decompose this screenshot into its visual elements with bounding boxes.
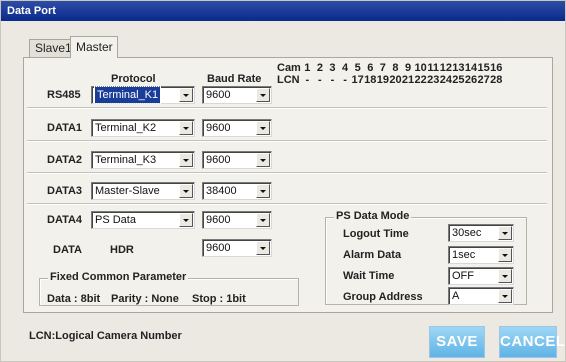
save-button[interactable]: SAVE — [429, 326, 485, 358]
port-label-data3: DATA3 — [47, 185, 83, 197]
data2-baud-select[interactable]: 9600 — [202, 151, 272, 169]
row-divider — [27, 203, 547, 205]
lcn-number: - — [330, 74, 335, 86]
wait-time-select[interactable]: OFF — [448, 267, 514, 285]
lcn-number: 19 — [376, 74, 389, 86]
data4-protocol-select[interactable]: PS Data — [91, 211, 195, 229]
chevron-down-icon[interactable] — [498, 248, 512, 262]
logout-time-select[interactable]: 30sec — [448, 224, 514, 242]
selected-value: Master-Slave — [95, 185, 160, 197]
port-label-data2: DATA2 — [47, 154, 83, 166]
cam-lcn-table: Cam 1 2 3 4 5 6 7 8 9 10 11 12 13 14 15 … — [277, 63, 503, 87]
fixed-param-data: Data : 8bit — [47, 293, 101, 305]
alarm-data-label: Alarm Data — [343, 249, 402, 261]
selected-value: 38400 — [206, 185, 237, 197]
chevron-down-icon[interactable] — [256, 121, 270, 135]
fixed-common-parameter-title: Fixed Common Parameter — [48, 271, 189, 283]
wait-time-label: Wait Time — [343, 270, 395, 282]
window-title: Data Port — [1, 1, 565, 21]
lcn-number: 25 — [452, 74, 465, 86]
selected-value: 30sec — [452, 227, 482, 239]
selected-value: OFF — [452, 270, 474, 282]
chevron-down-icon[interactable] — [498, 289, 512, 303]
lcn-footnote: LCN:Logical Camera Number — [29, 330, 182, 342]
lcn-number: 27 — [477, 74, 490, 86]
data2-protocol-select[interactable]: Terminal_K3 — [91, 151, 195, 169]
lcn-number: 28 — [490, 74, 503, 86]
group-address-select[interactable]: A — [448, 287, 514, 305]
tab-master[interactable]: Master — [70, 36, 118, 58]
protocol-column-header: Protocol — [111, 73, 156, 85]
selected-value: Terminal_K3 — [95, 154, 157, 166]
chevron-down-icon[interactable] — [498, 226, 512, 240]
selected-value: Terminal_K2 — [95, 122, 157, 134]
baud-rate-column-header: Baud Rate — [207, 73, 262, 85]
lcn-number: 23 — [427, 74, 440, 86]
lcn-number: 21 — [401, 74, 415, 86]
selected-value: Terminal_K1 — [93, 86, 162, 104]
port-label-data4: DATA4 — [47, 214, 83, 226]
hdr-protocol-text: HDR — [110, 244, 134, 256]
selected-value: 9600 — [206, 89, 231, 101]
selected-value: PS Data — [95, 214, 136, 226]
chevron-down-icon[interactable] — [256, 241, 270, 255]
data1-protocol-select[interactable]: Terminal_K2 — [91, 119, 195, 137]
lcn-number: 22 — [414, 74, 427, 86]
lcn-number: - — [343, 74, 347, 86]
ps-data-mode-title: PS Data Mode — [334, 210, 412, 222]
tab-slave1[interactable]: Slave1 — [29, 39, 72, 58]
alarm-data-select[interactable]: 1sec — [448, 246, 514, 264]
chevron-down-icon[interactable] — [179, 88, 193, 102]
selected-value: A — [452, 290, 460, 302]
chevron-down-icon[interactable] — [179, 153, 193, 167]
chevron-down-icon[interactable] — [498, 269, 512, 283]
data-hdr-baud-select[interactable]: 9600 — [202, 239, 272, 257]
chevron-down-icon[interactable] — [179, 121, 193, 135]
lcn-row: LCN - - - - 17 18 19 20 21 22 23 24 25 2… — [277, 75, 503, 87]
port-label-data-hdr: DATA — [53, 244, 82, 256]
cancel-button[interactable]: CANCEL — [499, 326, 565, 358]
selected-value: 9600 — [206, 242, 231, 254]
row-divider — [27, 107, 547, 109]
data3-baud-select[interactable]: 38400 — [202, 182, 272, 200]
row-divider — [27, 140, 547, 142]
chevron-down-icon[interactable] — [256, 184, 270, 198]
lcn-number: - — [305, 74, 310, 86]
selected-value: 1sec — [452, 249, 476, 261]
rs485-baud-select[interactable]: 9600 — [202, 86, 272, 104]
group-address-label: Group Address — [343, 291, 423, 303]
chevron-down-icon[interactable] — [179, 184, 193, 198]
lcn-number: 20 — [389, 74, 402, 86]
port-label-rs485: RS485 — [47, 89, 81, 101]
lcn-row-label: LCN — [277, 74, 300, 86]
data1-baud-select[interactable]: 9600 — [202, 119, 272, 137]
row-divider — [27, 172, 547, 174]
lcn-number: 17 — [351, 74, 364, 86]
selected-value: 9600 — [206, 154, 231, 166]
rs485-protocol-select[interactable]: Terminal_K1 — [91, 86, 195, 104]
chevron-down-icon[interactable] — [256, 153, 270, 167]
selected-value: 9600 — [206, 214, 231, 226]
lcn-number: - — [318, 74, 322, 86]
chevron-down-icon[interactable] — [256, 88, 270, 102]
fixed-param-parity: Parity : None — [111, 293, 179, 305]
port-label-data1: DATA1 — [47, 122, 83, 134]
chevron-down-icon[interactable] — [256, 213, 270, 227]
lcn-number: 24 — [439, 74, 452, 86]
data4-baud-select[interactable]: 9600 — [202, 211, 272, 229]
lcn-number: 26 — [464, 74, 478, 86]
lcn-number: 18 — [364, 74, 377, 86]
data3-protocol-select[interactable]: Master-Slave — [91, 182, 195, 200]
logout-time-label: Logout Time — [343, 228, 409, 240]
fixed-param-stop: Stop : 1bit — [192, 293, 246, 305]
selected-value: 9600 — [206, 122, 231, 134]
chevron-down-icon[interactable] — [179, 213, 193, 227]
data-port-window: Data Port Slave1 Master Protocol Baud Ra… — [0, 0, 566, 362]
